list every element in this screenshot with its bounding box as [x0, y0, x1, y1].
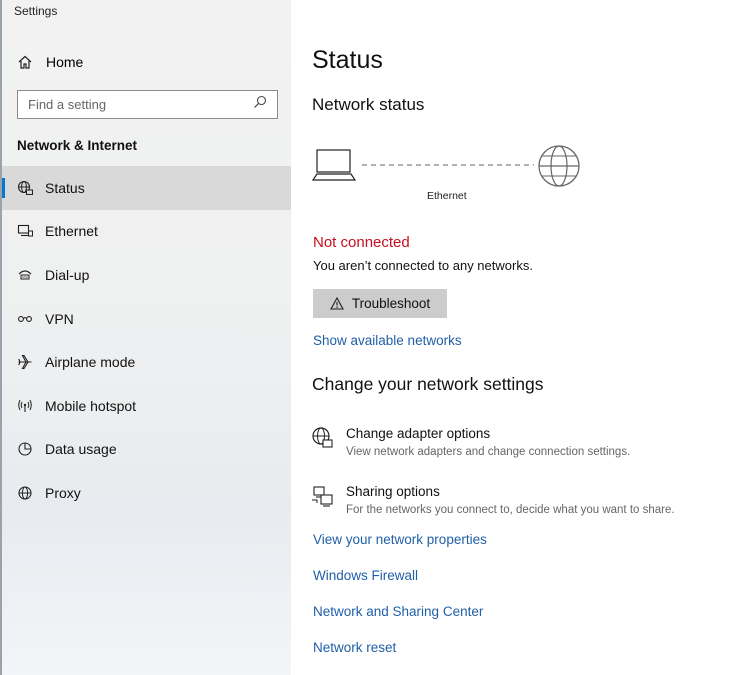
option-title: Change adapter options — [346, 426, 491, 441]
option-description: For the networks you connect to, decide … — [346, 504, 675, 516]
warning-icon — [329, 297, 344, 310]
search-box[interactable] — [17, 90, 278, 119]
laptop-icon — [311, 149, 357, 181]
window-title: Settings — [14, 4, 58, 18]
sharing-icon — [311, 484, 335, 508]
connection-label: Ethernet — [427, 190, 467, 202]
sidebar-item-proxy[interactable]: Proxy — [2, 471, 293, 515]
page-title: Status — [312, 46, 383, 74]
hotspot-icon — [16, 397, 34, 415]
dial-up-icon — [16, 266, 34, 284]
sidebar-nav: Status Ethernet Dial-up VPN Airplane mod… — [2, 166, 293, 515]
main-content: Status Network status Ethernet Not conne… — [291, 0, 750, 675]
view-network-properties-link[interactable]: View your network properties — [313, 532, 487, 547]
sharing-options[interactable]: Sharing options For the networks you con… — [311, 484, 731, 528]
status-message: You aren’t connected to any networks. — [313, 258, 533, 273]
sidebar-item-data-usage[interactable]: Data usage — [2, 428, 293, 472]
sidebar-item-status[interactable]: Status — [2, 166, 293, 210]
sidebar-item-label: Airplane mode — [45, 354, 136, 371]
show-available-networks-link[interactable]: Show available networks — [313, 333, 462, 348]
sidebar-item-label: Proxy — [45, 484, 81, 501]
sidebar-item-label: Ethernet — [45, 223, 98, 240]
globe-network-icon — [16, 179, 34, 197]
airplane-icon — [16, 353, 34, 371]
network-status-heading: Network status — [312, 95, 425, 114]
ethernet-icon — [16, 222, 34, 240]
sidebar-item-vpn[interactable]: VPN — [2, 297, 293, 341]
home-link[interactable]: Home — [16, 52, 83, 72]
network-reset-link[interactable]: Network reset — [313, 640, 396, 655]
sidebar-item-label: Mobile hotspot — [45, 397, 137, 414]
internet-globe-icon — [538, 145, 580, 187]
sidebar-item-ethernet[interactable]: Ethernet — [2, 210, 293, 254]
sidebar-item-dial-up[interactable]: Dial-up — [2, 253, 293, 297]
search-input[interactable] — [28, 97, 248, 112]
troubleshoot-button[interactable]: Troubleshoot — [313, 289, 447, 318]
sidebar-item-label: Status — [45, 179, 85, 196]
adapter-globe-icon — [311, 426, 335, 450]
section-title: Network & Internet — [17, 138, 138, 153]
change-settings-heading: Change your network settings — [312, 374, 544, 394]
home-icon — [16, 53, 34, 71]
network-sharing-center-link[interactable]: Network and Sharing Center — [313, 604, 483, 619]
change-adapter-options[interactable]: Change adapter options View network adap… — [311, 426, 731, 470]
vpn-icon — [16, 310, 34, 328]
sidebar-item-label: VPN — [45, 310, 74, 327]
option-title: Sharing options — [346, 484, 440, 499]
sidebar-item-airplane-mode[interactable]: Airplane mode — [2, 340, 293, 384]
connection-status: Not connected — [313, 234, 410, 251]
troubleshoot-label: Troubleshoot — [351, 296, 431, 311]
option-description: View network adapters and change connect… — [346, 446, 631, 458]
sidebar: Settings Home Network & Internet Status … — [0, 0, 293, 675]
windows-firewall-link[interactable]: Windows Firewall — [313, 568, 418, 583]
sidebar-item-label: Dial-up — [45, 266, 90, 283]
sidebar-item-mobile-hotspot[interactable]: Mobile hotspot — [2, 384, 293, 428]
home-label: Home — [46, 54, 84, 70]
globe-icon — [16, 484, 34, 502]
sidebar-item-label: Data usage — [45, 441, 117, 458]
data-usage-icon — [16, 440, 34, 458]
search-icon — [253, 95, 267, 114]
